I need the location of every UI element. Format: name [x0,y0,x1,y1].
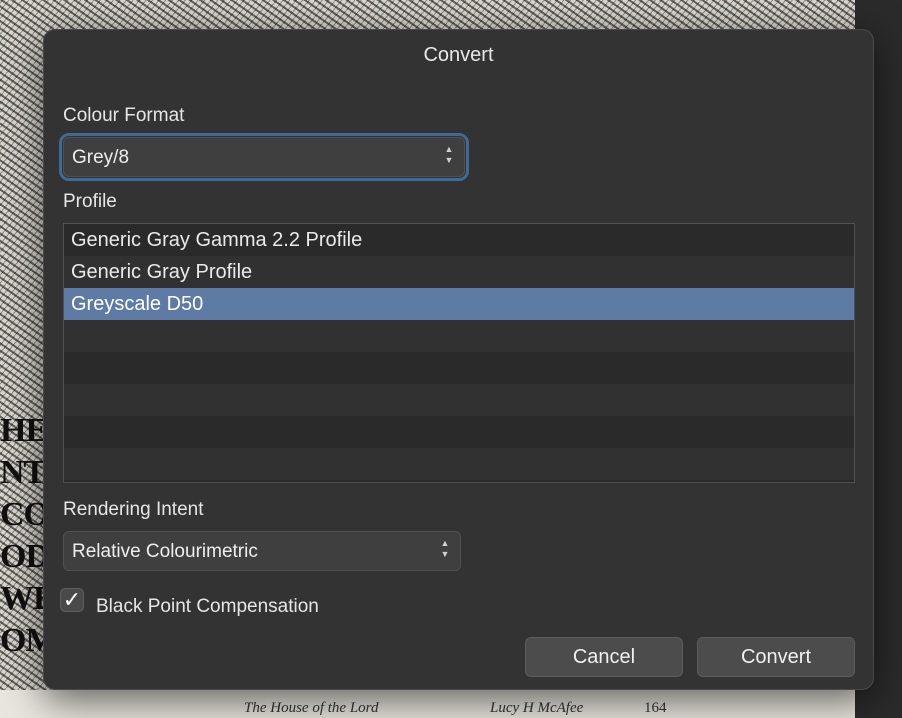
colour-format-value: Grey/8 [72,147,130,168]
profile-empty-row [64,384,854,416]
up-down-arrows-icon: ▲ ▼ [440,538,450,559]
profile-item-greyscale-d50[interactable]: Greyscale D50 [64,288,854,320]
rendering-intent-select[interactable]: Relative Colourimetric ▲ ▼ [63,531,461,571]
rendering-intent-label: Rendering Intent [63,499,204,520]
profile-list[interactable]: Generic Gray Gamma 2.2 Profile Generic G… [63,223,855,483]
background-side-letters: HE NTH CON OD WE OM [0,412,44,659]
profile-item-generic-gray-gamma[interactable]: Generic Gray Gamma 2.2 Profile [64,224,854,256]
black-point-compensation-checkbox[interactable]: ✓ [60,588,84,612]
black-point-compensation-label: Black Point Compensation [96,596,319,617]
profile-item-generic-gray[interactable]: Generic Gray Profile [64,256,854,288]
dialog-title: Convert [423,44,494,66]
profile-empty-row [64,352,854,384]
convert-dialog: Convert Colour Format Grey/8 ▲ ▼ Profile … [43,29,874,690]
colour-format-select[interactable]: Grey/8 ▲ ▼ [59,133,469,181]
profile-empty-row [64,416,854,448]
convert-button[interactable]: Convert [697,637,855,677]
rendering-intent-value: Relative Colourimetric [72,541,258,562]
profile-empty-row [64,448,854,480]
colour-format-label: Colour Format [63,105,185,126]
profile-label: Profile [63,191,117,212]
background-caption-author: Lucy H McAfee [490,700,584,716]
background-caption-strip [0,690,855,718]
profile-empty-row [64,320,854,352]
cancel-button[interactable]: Cancel [525,637,683,677]
background-page-number: 164 [644,700,667,716]
background-caption-title: The House of the Lord [244,700,379,716]
up-down-arrows-icon: ▲ ▼ [444,144,454,165]
checkmark-icon: ✓ [62,587,82,612]
